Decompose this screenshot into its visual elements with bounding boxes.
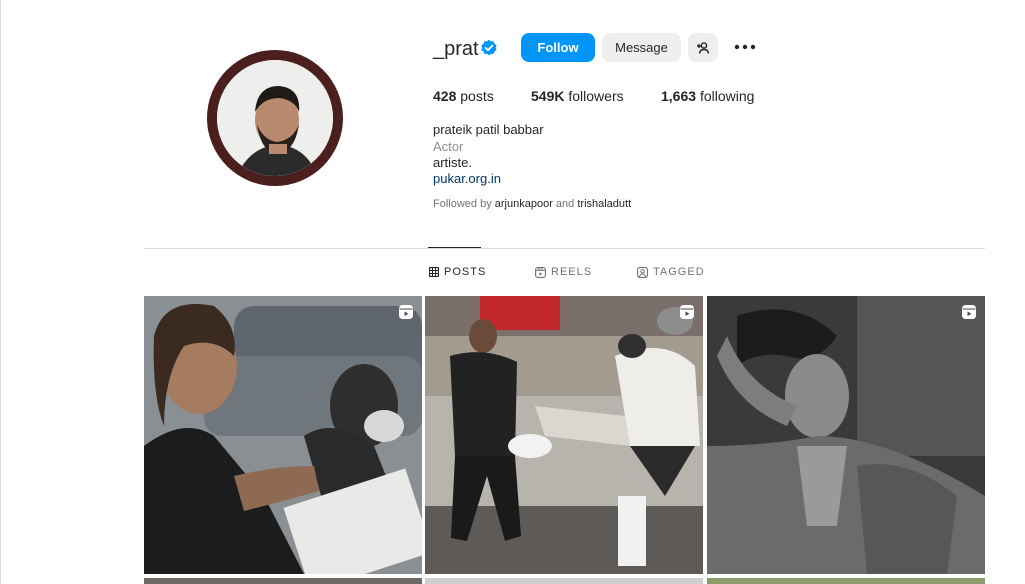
- profile-link[interactable]: pukar.org.in: [433, 171, 501, 186]
- posts-stat: 428 posts: [433, 88, 494, 104]
- reel-icon: [680, 305, 694, 319]
- profile-full-name: prateik patil babbar: [433, 122, 544, 137]
- followed-by-prefix: Followed by: [433, 198, 492, 210]
- post-tile[interactable]: [425, 296, 703, 574]
- grid-icon: [429, 267, 439, 277]
- profile-bio: artiste.: [433, 155, 473, 170]
- tab-posts[interactable]: POSTS: [429, 266, 486, 278]
- tagged-icon: [637, 266, 648, 278]
- post-photo: [707, 296, 985, 574]
- tab-label: POSTS: [444, 266, 487, 278]
- more-options-button[interactable]: [731, 36, 759, 58]
- tab-tagged[interactable]: TAGGED: [637, 266, 705, 278]
- tab-reels[interactable]: REELS: [535, 266, 592, 278]
- post-photo: [144, 296, 422, 574]
- more-options-icon: [734, 44, 756, 50]
- window-edge: [0, 0, 1, 584]
- post-tile[interactable]: [707, 578, 985, 584]
- following-stat[interactable]: 1,663 following: [661, 88, 754, 104]
- tab-label: TAGGED: [653, 266, 705, 278]
- profile-category: Actor: [433, 139, 464, 154]
- followed-by-account[interactable]: trishaladutt: [577, 198, 631, 210]
- following-label: following: [699, 88, 755, 104]
- message-button[interactable]: Message: [602, 33, 681, 62]
- active-tab-indicator: [428, 247, 481, 248]
- followed-by[interactable]: Followed by arjunkapoor and trishaladutt: [433, 198, 631, 210]
- followers-stat[interactable]: 549K followers: [531, 88, 624, 104]
- posts-count: 428: [433, 88, 457, 104]
- post-photo: [425, 296, 703, 574]
- reel-icon: [962, 305, 976, 319]
- followers-label: followers: [568, 88, 624, 104]
- verified-badge-icon: [481, 39, 497, 56]
- reels-icon: [535, 266, 546, 278]
- post-tile[interactable]: [144, 296, 422, 574]
- post-tile[interactable]: [707, 296, 985, 574]
- follow-button[interactable]: Follow: [521, 33, 595, 62]
- post-tile[interactable]: [425, 578, 703, 584]
- profile-username: _prat: [433, 38, 479, 60]
- following-count: 1,663: [661, 88, 697, 104]
- followed-by-conjunction: and: [555, 198, 575, 210]
- post-tile[interactable]: [144, 578, 422, 584]
- tabs-divider: [144, 248, 985, 249]
- profile-avatar[interactable]: [207, 50, 343, 186]
- followers-count: 549K: [531, 88, 565, 104]
- reel-icon: [399, 305, 413, 319]
- add-person-icon: [697, 41, 710, 54]
- avatar-photo: [217, 60, 333, 176]
- posts-label: posts: [460, 88, 494, 104]
- suggested-accounts-button[interactable]: [688, 33, 718, 62]
- tab-label: REELS: [551, 266, 593, 278]
- followed-by-account[interactable]: arjunkapoor: [495, 198, 553, 210]
